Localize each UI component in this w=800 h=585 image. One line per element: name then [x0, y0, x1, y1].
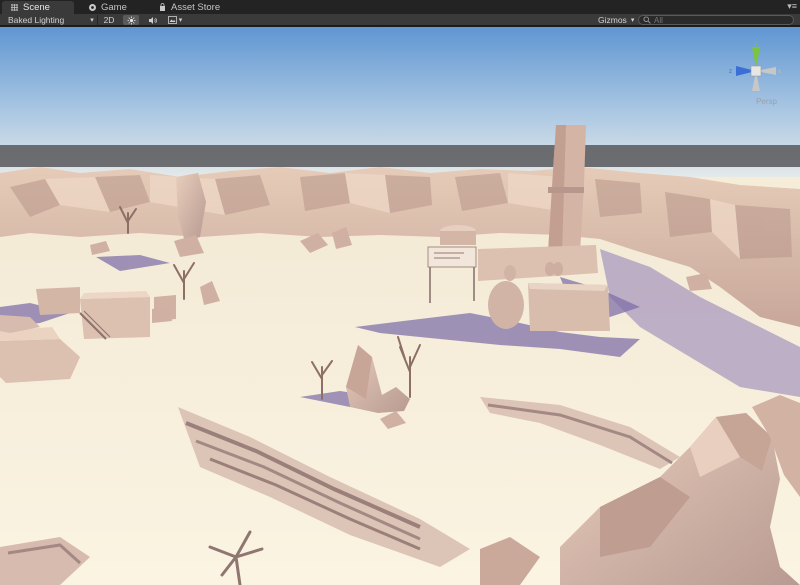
search-input[interactable] — [654, 15, 784, 25]
storage-tank — [488, 281, 524, 329]
tab-label: Game — [101, 2, 127, 13]
tab-label: Scene — [23, 2, 50, 13]
render-mode-dropdown[interactable]: Baked Lighting ▾ — [8, 14, 94, 26]
gizmos-dropdown[interactable]: Gizmos ▾ — [598, 14, 634, 26]
tab-options-menu-icon[interactable]: ▾≡ — [787, 1, 797, 12]
projection-label[interactable]: Persp — [756, 97, 777, 106]
sun-icon — [127, 16, 135, 24]
scene-viewport[interactable]: y z x Persp — [0, 27, 800, 585]
speaker-icon — [148, 16, 157, 24]
axis-gizmo-icon: y z x — [729, 41, 781, 91]
render-mode-label: Baked Lighting — [8, 15, 65, 25]
gizmo-x-label: x — [778, 69, 781, 75]
tab-game[interactable]: Game — [80, 1, 135, 14]
gizmo-z-label: z — [729, 69, 732, 75]
image-effects-icon — [167, 16, 177, 24]
gizmo-y-label: y — [755, 41, 758, 47]
chevron-down-icon: ▾ — [630, 17, 635, 24]
scene-audio-toggle[interactable] — [144, 15, 160, 25]
chevron-down-icon: ▾ — [178, 17, 183, 24]
editor-tab-bar: Scene Game Asset Store ▾≡ — [0, 0, 800, 14]
scene-render — [0, 27, 800, 585]
scene-search-field[interactable] — [638, 15, 794, 25]
search-icon — [643, 16, 651, 24]
gas-bottle — [504, 265, 516, 281]
gas-bottle — [553, 262, 563, 276]
tab-scene[interactable]: Scene — [2, 1, 74, 14]
toolbar-divider — [97, 15, 98, 25]
scene-lighting-toggle[interactable] — [123, 15, 139, 25]
tower-ring — [548, 187, 584, 193]
scene-icon — [10, 3, 19, 12]
horizon-haze — [0, 145, 800, 167]
gizmos-label: Gizmos — [598, 15, 627, 25]
scene-toolbar: Baked Lighting ▾ 2D ▾ Gizmos ▾ — [0, 14, 800, 26]
scene-effects-dropdown[interactable]: ▾ — [164, 15, 186, 25]
chevron-down-icon: ▾ — [90, 17, 94, 24]
tab-asset-store[interactable]: Asset Store — [150, 1, 228, 14]
2d-toggle-button[interactable]: 2D — [100, 15, 118, 25]
orientation-gizmo[interactable]: y z x — [726, 39, 786, 99]
tab-label: Asset Store — [171, 2, 221, 13]
store-icon — [158, 3, 167, 12]
game-icon — [88, 3, 97, 12]
water-tank-body — [440, 231, 476, 245]
billboard — [427, 246, 477, 268]
